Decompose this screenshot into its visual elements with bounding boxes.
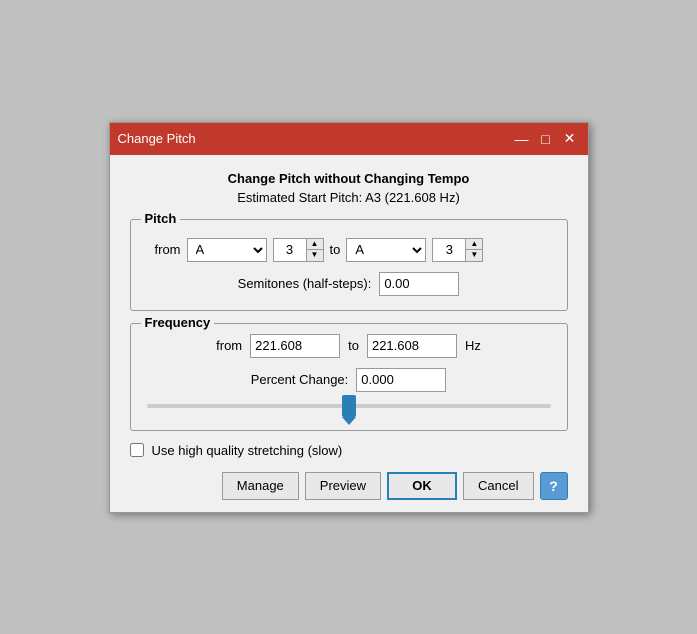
- button-row: Manage Preview OK Cancel ?: [130, 472, 568, 500]
- change-pitch-dialog: Change Pitch — □ ✕ Change Pitch without …: [109, 122, 589, 513]
- pitch-from-note-select[interactable]: A A#/Bb B C C#/Db D D#/Eb E F F#/Gb G G#…: [187, 238, 267, 262]
- pitch-from-octave-input[interactable]: [274, 239, 306, 261]
- pitch-from-octave-up[interactable]: ▲: [307, 239, 323, 250]
- pitch-to-octave-up[interactable]: ▲: [466, 239, 482, 250]
- freq-to-label: to: [348, 338, 359, 353]
- percent-input[interactable]: [356, 368, 446, 392]
- percent-row: Percent Change:: [145, 368, 553, 392]
- dialog-content: Change Pitch without Changing Tempo Esti…: [110, 155, 588, 512]
- freq-to-input[interactable]: [367, 334, 457, 358]
- cancel-button[interactable]: Cancel: [463, 472, 533, 500]
- estimated-pitch: Estimated Start Pitch: A3 (221.608 Hz): [130, 190, 568, 205]
- semitones-row: Semitones (half-steps):: [145, 272, 553, 296]
- pitch-from-label: from: [145, 242, 181, 257]
- pitch-to-octave-input[interactable]: [433, 239, 465, 261]
- subtitle: Change Pitch without Changing Tempo: [130, 171, 568, 186]
- pitch-from-octave-down[interactable]: ▼: [307, 250, 323, 261]
- pitch-to-octave-down[interactable]: ▼: [466, 250, 482, 261]
- freq-from-label: from: [216, 338, 242, 353]
- frequency-row: from to Hz: [145, 334, 553, 358]
- hq-row: Use high quality stretching (slow): [130, 443, 568, 458]
- frequency-group: Frequency from to Hz Percent Change:: [130, 323, 568, 431]
- hq-checkbox[interactable]: [130, 443, 144, 457]
- frequency-group-label: Frequency: [141, 315, 215, 330]
- hz-label: Hz: [465, 338, 481, 353]
- pitch-to-octave-spin: ▲ ▼: [432, 238, 483, 262]
- title-bar: Change Pitch — □ ✕: [110, 123, 588, 155]
- window-title: Change Pitch: [118, 131, 196, 146]
- pitch-group: Pitch from A A#/Bb B C C#/Db D D#/Eb E F…: [130, 219, 568, 311]
- semitones-input[interactable]: [379, 272, 459, 296]
- close-button[interactable]: ✕: [560, 129, 580, 149]
- freq-from-input[interactable]: [250, 334, 340, 358]
- window-controls: — □ ✕: [512, 129, 580, 149]
- percent-label: Percent Change:: [251, 372, 349, 387]
- pitch-from-octave-spin: ▲ ▼: [273, 238, 324, 262]
- pitch-from-octave-spinbtns: ▲ ▼: [306, 239, 323, 261]
- minimize-button[interactable]: —: [512, 129, 532, 149]
- help-button[interactable]: ?: [540, 472, 568, 500]
- hq-label[interactable]: Use high quality stretching (slow): [152, 443, 343, 458]
- manage-button[interactable]: Manage: [222, 472, 299, 500]
- semitones-label: Semitones (half-steps):: [238, 276, 372, 291]
- slider-thumb[interactable]: [342, 395, 356, 417]
- pitch-to-label: to: [330, 242, 341, 257]
- pitch-to-octave-spinbtns: ▲ ▼: [465, 239, 482, 261]
- pitch-row: from A A#/Bb B C C#/Db D D#/Eb E F F#/Gb…: [145, 238, 553, 262]
- ok-button[interactable]: OK: [387, 472, 457, 500]
- pitch-to-note-select[interactable]: A A#/Bb B C C#/Db D D#/Eb E F F#/Gb G G#…: [346, 238, 426, 262]
- slider-track: [147, 404, 551, 408]
- pitch-group-label: Pitch: [141, 211, 181, 226]
- maximize-button[interactable]: □: [536, 129, 556, 149]
- preview-button[interactable]: Preview: [305, 472, 381, 500]
- slider-container: [145, 404, 553, 408]
